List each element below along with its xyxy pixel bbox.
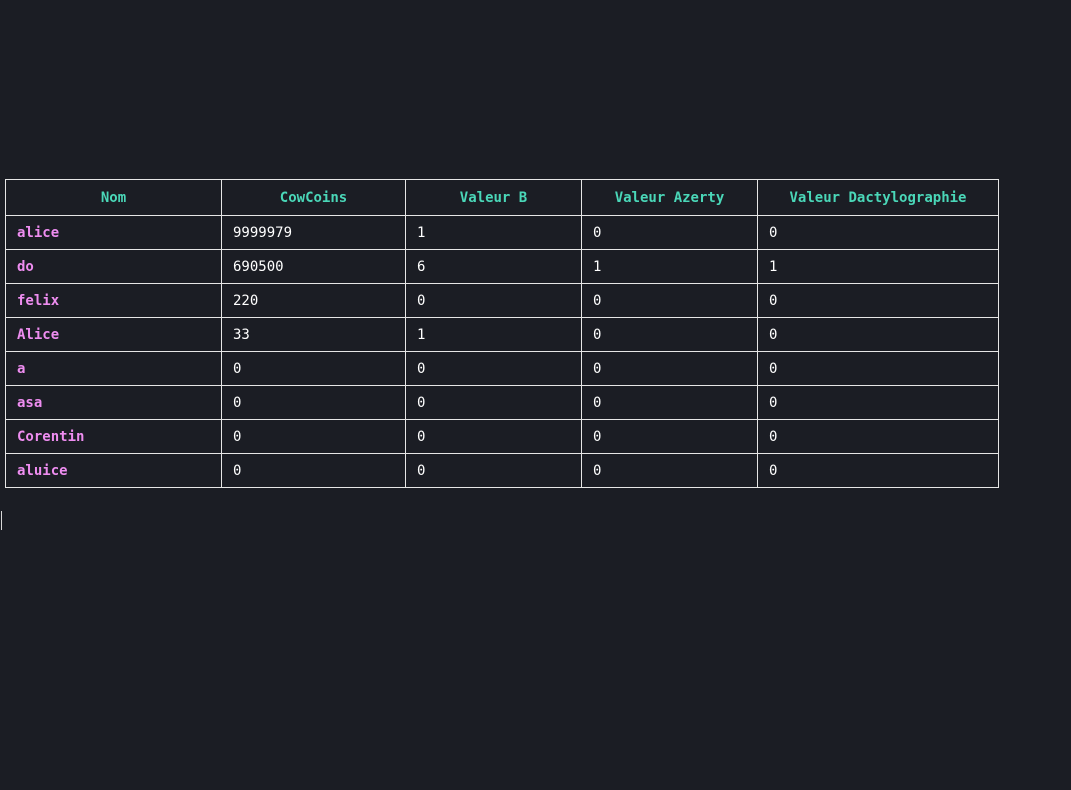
cell-valeur-azerty: 0: [581, 283, 758, 318]
text-caret[interactable]: [1, 511, 2, 530]
cell-cowcoins: 0: [221, 385, 406, 420]
cell-valeur-dactylographie: 0: [757, 385, 999, 420]
cell-valeur-b: 0: [405, 283, 582, 318]
cell-name: Alice: [5, 317, 222, 352]
table-row: a 0 0 0 0: [5, 351, 999, 386]
table-header: Nom CowCoins Valeur B Valeur Azerty Vale…: [5, 179, 999, 216]
cell-valeur-dactylographie: 0: [757, 419, 999, 454]
cell-valeur-b: 1: [405, 215, 582, 250]
cell-valeur-dactylographie: 0: [757, 283, 999, 318]
table-row: Corentin 0 0 0 0: [5, 419, 999, 454]
cell-valeur-b: 1: [405, 317, 582, 352]
cell-name: do: [5, 249, 222, 284]
cell-valeur-b: 0: [405, 351, 582, 386]
cell-name: a: [5, 351, 222, 386]
cell-valeur-b: 0: [405, 419, 582, 454]
cell-valeur-azerty: 0: [581, 215, 758, 250]
cell-name: alice: [5, 215, 222, 250]
cell-name: Corentin: [5, 419, 222, 454]
cell-name: asa: [5, 385, 222, 420]
table-row: Alice 33 1 0 0: [5, 317, 999, 352]
column-header-cowcoins: CowCoins: [221, 179, 406, 216]
cell-valeur-dactylographie: 0: [757, 215, 999, 250]
cell-valeur-azerty: 1: [581, 249, 758, 284]
leaderboard-table: Nom CowCoins Valeur B Valeur Azerty Vale…: [5, 179, 999, 488]
table-row: do 690500 6 1 1: [5, 249, 999, 284]
table-body: alice 9999979 1 0 0 do 690500 6 1 1 feli…: [5, 215, 999, 488]
cell-valeur-azerty: 0: [581, 317, 758, 352]
column-header-valeur-dactylographie: Valeur Dactylographie: [757, 179, 999, 216]
column-header-valeur-b: Valeur B: [405, 179, 582, 216]
cell-valeur-dactylographie: 0: [757, 351, 999, 386]
cell-valeur-dactylographie: 0: [757, 317, 999, 352]
column-header-valeur-azerty: Valeur Azerty: [581, 179, 758, 216]
table-row: alice 9999979 1 0 0: [5, 215, 999, 250]
cell-valeur-b: 0: [405, 453, 582, 488]
cell-cowcoins: 220: [221, 283, 406, 318]
header-row: Nom CowCoins Valeur B Valeur Azerty Vale…: [5, 179, 999, 216]
table-row: asa 0 0 0 0: [5, 385, 999, 420]
cell-name: felix: [5, 283, 222, 318]
cell-cowcoins: 0: [221, 453, 406, 488]
cell-valeur-azerty: 0: [581, 351, 758, 386]
cell-valeur-dactylographie: 0: [757, 453, 999, 488]
cell-valeur-b: 6: [405, 249, 582, 284]
table-row: felix 220 0 0 0: [5, 283, 999, 318]
column-header-nom: Nom: [5, 179, 222, 216]
cell-cowcoins: 33: [221, 317, 406, 352]
cell-valeur-azerty: 0: [581, 385, 758, 420]
cell-name: aluice: [5, 453, 222, 488]
cell-cowcoins: 0: [221, 419, 406, 454]
cell-valeur-b: 0: [405, 385, 582, 420]
cell-cowcoins: 690500: [221, 249, 406, 284]
cell-valeur-azerty: 0: [581, 453, 758, 488]
table-row: aluice 0 0 0 0: [5, 453, 999, 488]
cell-cowcoins: 9999979: [221, 215, 406, 250]
cell-valeur-azerty: 0: [581, 419, 758, 454]
cell-cowcoins: 0: [221, 351, 406, 386]
cell-valeur-dactylographie: 1: [757, 249, 999, 284]
